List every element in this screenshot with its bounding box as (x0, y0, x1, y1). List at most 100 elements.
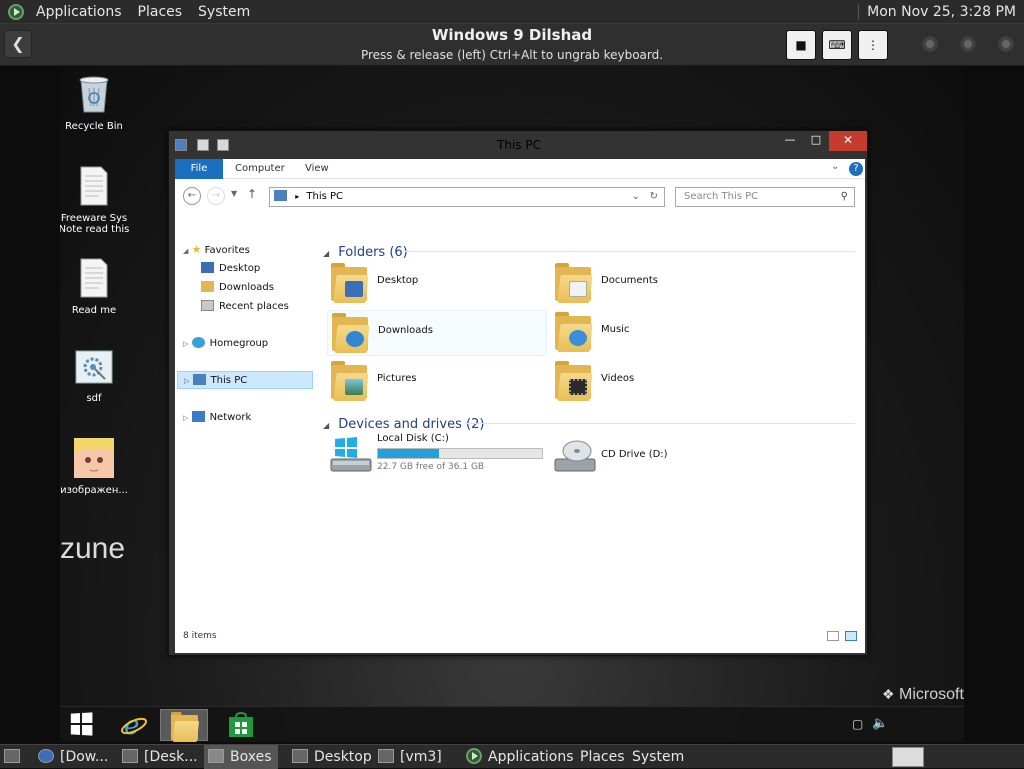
network-icon (191, 411, 205, 422)
menu-system[interactable]: System (190, 0, 258, 24)
forward-nav-button[interactable]: → (207, 187, 225, 205)
nav-desktop[interactable]: Desktop (201, 260, 260, 278)
help-icon[interactable]: ? (849, 162, 863, 176)
nav-this-pc[interactable]: ▷ This PC (177, 371, 313, 389)
desktop-icon-read-me[interactable]: Read me (60, 258, 134, 316)
window-close-icon[interactable] (998, 36, 1014, 52)
minimize-button[interactable]: — (777, 131, 803, 151)
tab-computer[interactable]: Computer (235, 159, 285, 179)
tab-view[interactable]: View (305, 159, 329, 179)
network-tray-icon[interactable]: ▢ (852, 717, 863, 731)
devices-group-header[interactable]: ◢ Devices and drives (2) (323, 413, 484, 432)
nav-favorites[interactable]: ◢ ★ Favorites (183, 241, 250, 259)
folder-icon (378, 749, 394, 763)
this-pc-icon (192, 374, 206, 385)
drive-tile-cd[interactable]: CD Drive (D:) (551, 433, 771, 479)
folder-tile-documents[interactable]: Documents (551, 261, 771, 307)
disk-usage-fill (378, 449, 439, 458)
gnome-top-panel: Applications Places System Mon Nov 25, 3… (0, 0, 1024, 24)
menu-applications[interactable]: Applications (28, 0, 130, 24)
desktop-icon-recycle-bin[interactable]: Recycle Bin (60, 72, 134, 132)
folder-tile-music[interactable]: Music (551, 310, 771, 356)
taskbar-store[interactable] (216, 709, 264, 741)
windows-start-icon[interactable] (70, 712, 93, 736)
back-nav-button[interactable]: ← (183, 187, 201, 205)
task-desktop[interactable]: Desktop (292, 745, 372, 769)
internet-explorer-icon: e (121, 712, 147, 738)
show-desktop-button[interactable] (4, 745, 26, 769)
folder-icon (292, 749, 308, 763)
nav-recent-places[interactable]: Recent places (201, 298, 289, 316)
this-pc-icon (274, 190, 287, 201)
workspace-switcher[interactable] (892, 747, 924, 767)
folder-tile-downloads[interactable]: Downloads (327, 310, 547, 356)
search-icon: ⚲ (840, 191, 848, 202)
desktop-icon-freeware-note[interactable]: Freeware Sys Note read this (60, 166, 134, 235)
window-maximize-icon[interactable] (960, 36, 976, 52)
local-disk-label: Local Disk (C:) (377, 433, 449, 444)
collapse-arrow-icon: ◢ (323, 249, 330, 258)
refresh-icon[interactable]: ↻ (650, 188, 658, 206)
maximize-button[interactable]: □ (803, 131, 829, 151)
desktop-folder-icon (331, 263, 369, 303)
new-folder-icon[interactable] (217, 139, 229, 151)
desktop-icon-label: изображен... (60, 485, 128, 496)
zune-logo: zune (60, 532, 126, 565)
local-disk-free: 22.7 GB free of 36.1 GB (377, 462, 485, 472)
close-button[interactable]: ✕ (829, 131, 867, 151)
group-divider (465, 423, 855, 424)
task-desktop-folder[interactable]: [Desk... (122, 745, 198, 769)
properties-button[interactable]: ⋮ (858, 30, 888, 60)
music-folder-icon (555, 312, 593, 352)
ribbon: File Computer View ⌄ ? (175, 159, 865, 179)
arrow-right-icon: → (211, 190, 221, 201)
expand-arrow-icon: ◢ (183, 247, 189, 255)
task-vm3[interactable]: [vm3] (378, 745, 442, 769)
bottom-menu-system[interactable]: System (632, 745, 684, 769)
gnome-menu-icon[interactable] (8, 3, 24, 20)
stop-button[interactable]: ■ (786, 30, 816, 60)
folders-group-header[interactable]: ◢ Folders (6) (323, 241, 408, 260)
folder-tile-pictures[interactable]: Pictures (327, 359, 547, 405)
nav-downloads[interactable]: Downloads (201, 279, 274, 297)
computer-icon[interactable] (175, 139, 187, 151)
explorer-window: This PC — □ ✕ File Computer View ⌄ ? ← →… (168, 130, 868, 656)
nav-homegroup[interactable]: ▷ Homegroup (183, 335, 268, 353)
large-icons-view-icon[interactable] (845, 631, 857, 641)
nav-network[interactable]: ▷ Network (183, 409, 251, 427)
window-minimize-icon[interactable] (922, 36, 938, 52)
drive-tile-local-disk[interactable]: Local Disk (C:) 22.7 GB free of 36.1 GB (327, 433, 547, 479)
recent-locations-icon[interactable]: ▼ (231, 189, 237, 198)
search-input[interactable]: Search This PC ⚲ (675, 187, 855, 207)
settings-document-icon (75, 350, 113, 384)
properties-icon[interactable] (197, 139, 209, 151)
menu-places[interactable]: Places (130, 0, 191, 24)
expand-ribbon-icon[interactable]: ⌄ (831, 161, 839, 172)
text-document-icon (80, 258, 108, 298)
folder-tile-videos[interactable]: Videos (551, 359, 771, 405)
clock[interactable]: Mon Nov 25, 3:28 PM (858, 3, 1024, 20)
folder-tile-desktop[interactable]: Desktop (327, 261, 547, 307)
task-download[interactable]: [Dow... (38, 745, 108, 769)
address-dropdown-icon[interactable]: ⌄ (632, 188, 640, 206)
up-arrow-icon[interactable]: ↑ (247, 187, 257, 201)
vm-screen[interactable]: Recycle Bin Freeware Sys Note read this … (60, 66, 964, 742)
task-boxes[interactable]: Boxes (204, 745, 278, 769)
desktop-icon-image[interactable]: изображен... (60, 438, 134, 496)
gnome-menu-icon (466, 748, 482, 764)
taskbar-ie[interactable]: e (110, 709, 158, 741)
expand-arrow-icon: ▷ (183, 414, 189, 422)
desktop-icon-sdf[interactable]: sdf (60, 350, 134, 404)
taskbar-explorer[interactable] (160, 709, 208, 742)
tab-file[interactable]: File (175, 159, 223, 179)
volume-tray-icon[interactable]: 🔈 (872, 716, 888, 731)
bottom-menu-places[interactable]: Places (580, 745, 625, 769)
windows-flag-icon: ❖ (882, 686, 895, 702)
cd-drive-label: CD Drive (D:) (601, 449, 668, 460)
details-view-icon[interactable] (827, 631, 839, 641)
address-bar[interactable]: ▸ This PC ⌄ ↻ (269, 187, 665, 207)
windows-drive-icon (330, 437, 372, 472)
keyboard-button[interactable]: ⌨ (822, 30, 852, 60)
arrow-left-icon: ← (187, 190, 197, 201)
bottom-menu-applications[interactable]: Applications (466, 745, 574, 769)
